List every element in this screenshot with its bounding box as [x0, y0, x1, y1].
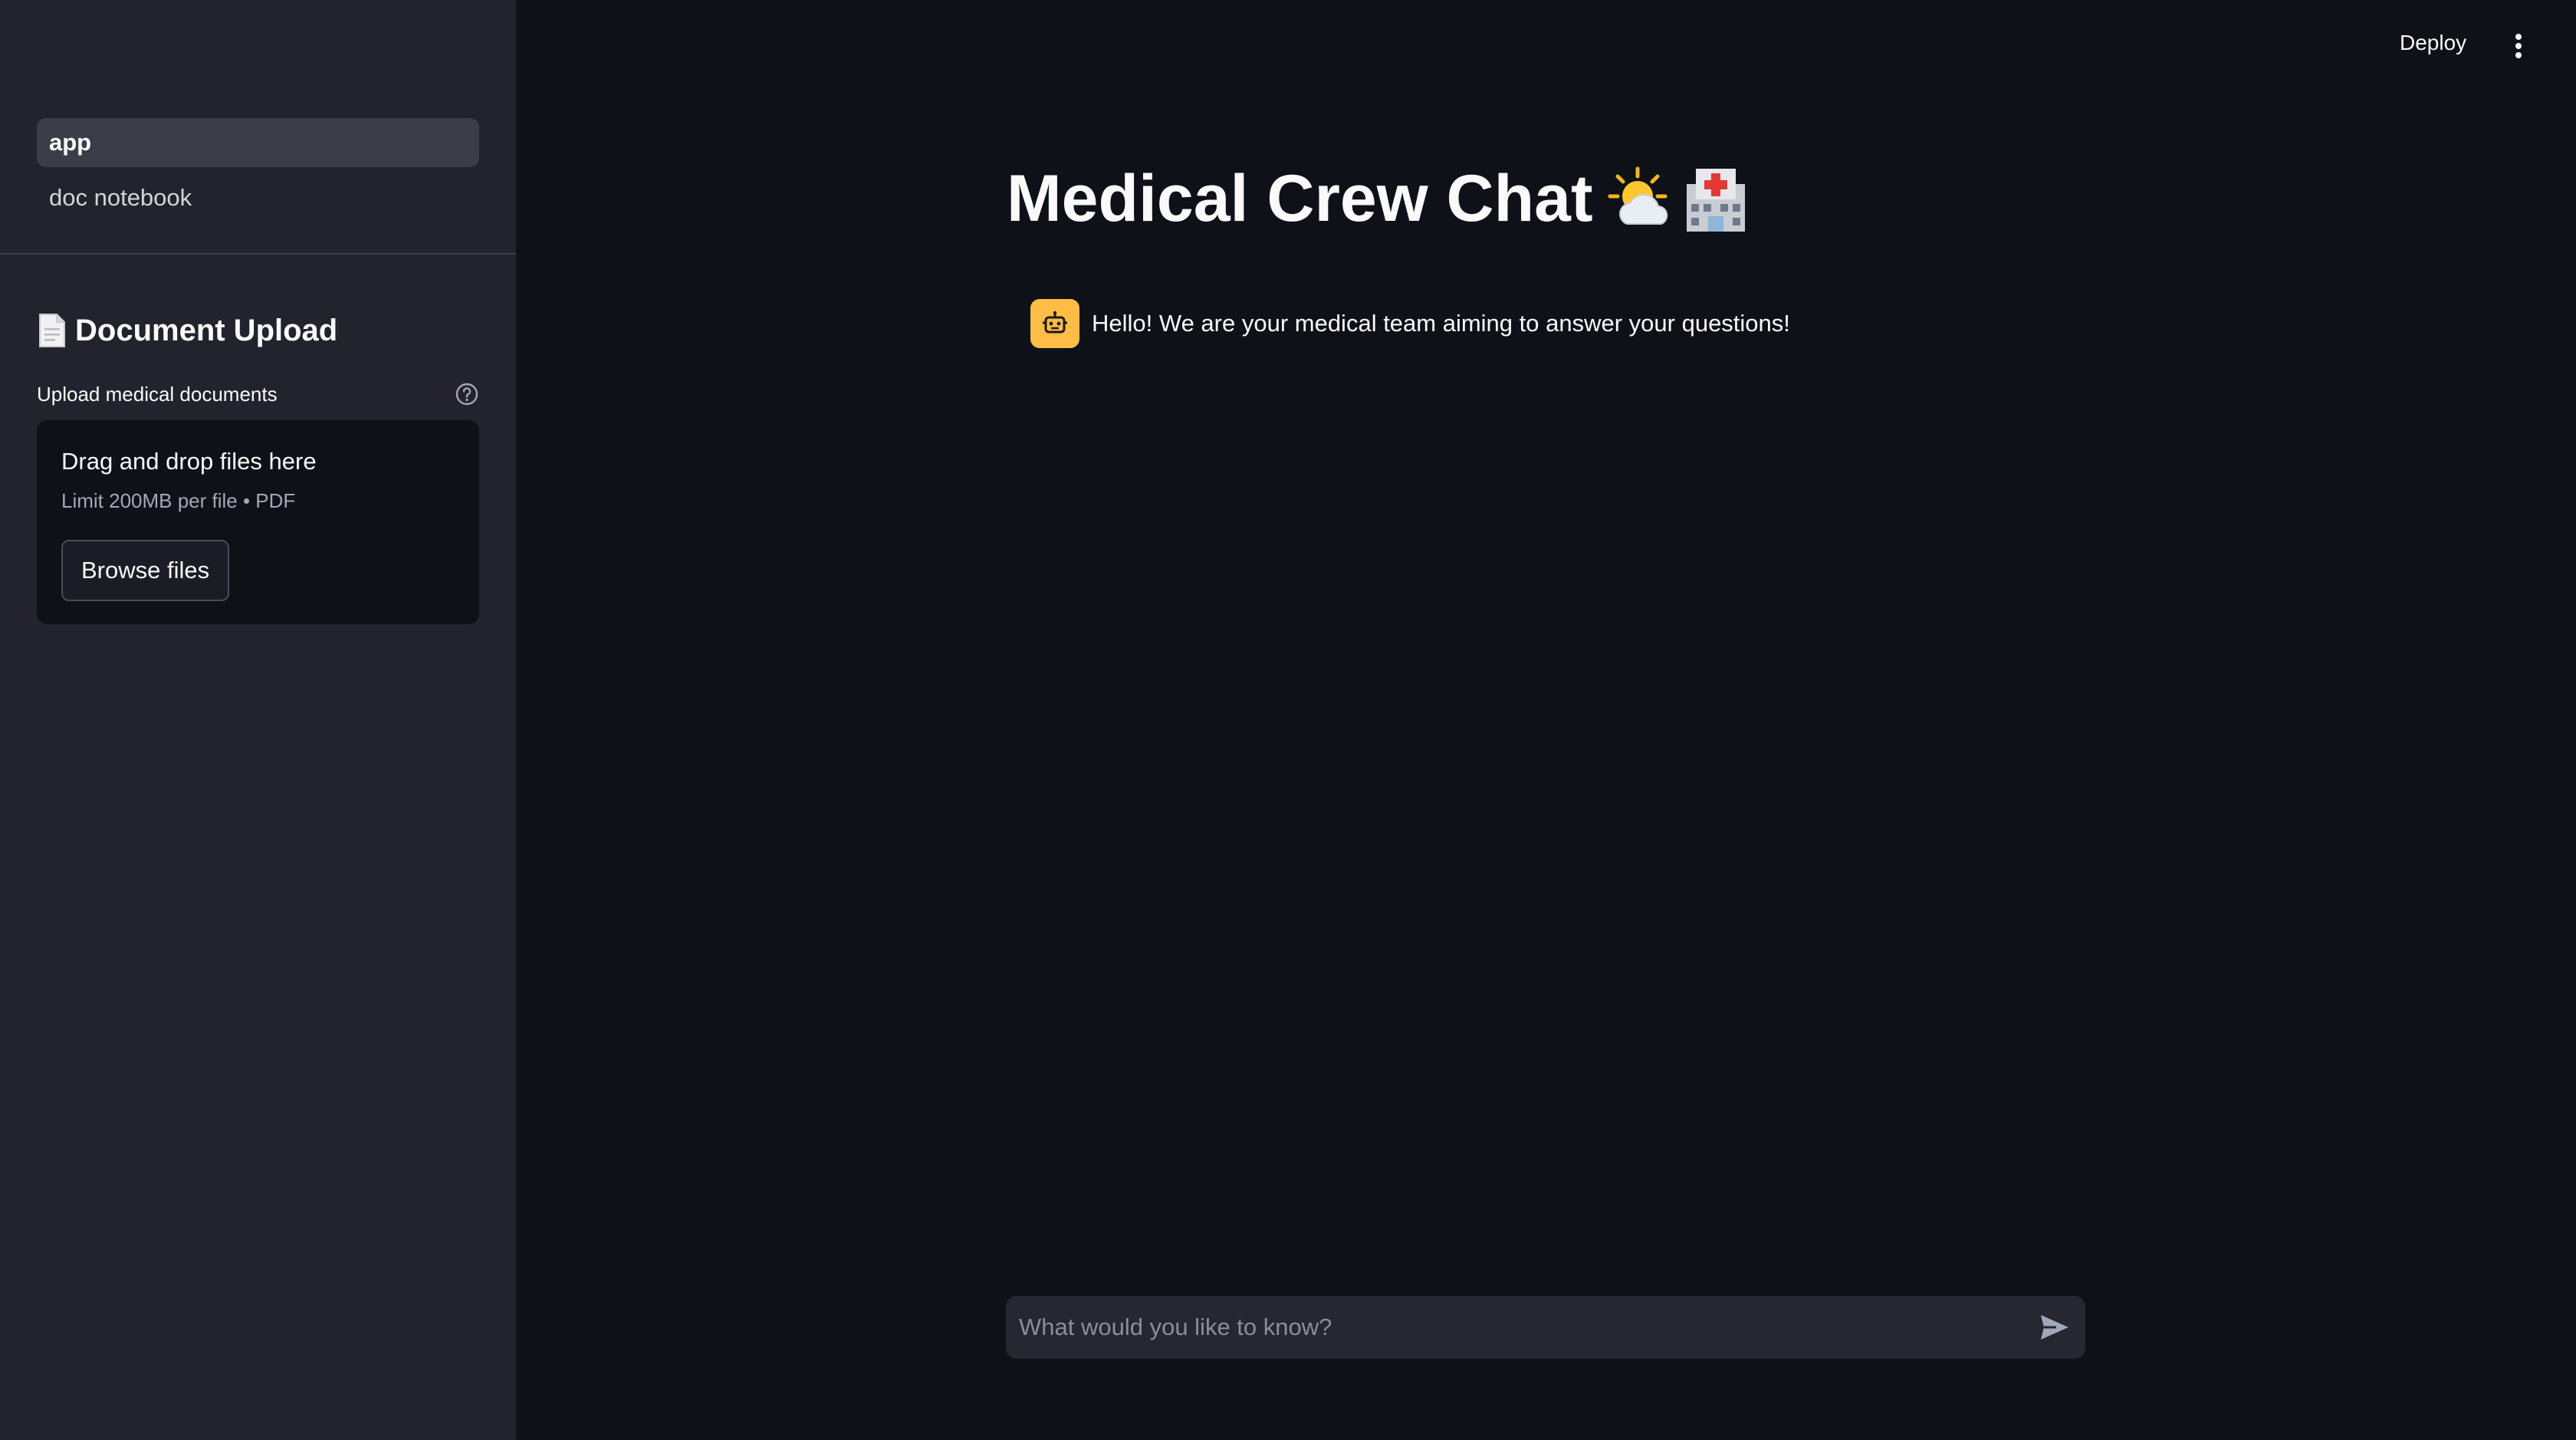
- sidebar-divider: [0, 253, 516, 255]
- sidebar-nav: app doc notebook: [37, 118, 479, 222]
- sidebar-header: Document Upload: [37, 313, 337, 348]
- dropzone-subtitle: Limit 200MB per file • PDF: [61, 489, 296, 512]
- chat-message-assistant: Hello! We are your medical team aiming t…: [1030, 299, 1790, 348]
- page-title-row: Medical Crew Chat: [1007, 161, 1751, 237]
- hospital-icon: [1681, 164, 1751, 235]
- sidebar-title: Document Upload: [75, 313, 338, 347]
- robot-icon: [1030, 299, 1079, 348]
- kebab-menu-icon[interactable]: [2507, 34, 2530, 61]
- file-dropzone[interactable]: Drag and drop files here Limit 200MB per…: [37, 420, 479, 624]
- chat-input-box: [1006, 1296, 2085, 1359]
- document-icon: [37, 313, 67, 348]
- send-icon[interactable]: [2024, 1296, 2085, 1359]
- chat-input[interactable]: [1006, 1296, 2024, 1359]
- help-circle-icon[interactable]: [455, 382, 479, 406]
- chat-message-text: Hello! We are your medical team aiming t…: [1092, 310, 1790, 337]
- app-root: app doc notebook Document Upload Upload …: [0, 0, 2576, 1440]
- uploader-label-row: Upload medical documents: [37, 382, 479, 406]
- deploy-button[interactable]: Deploy: [2400, 31, 2466, 55]
- page-title: Medical Crew Chat: [1007, 162, 1593, 235]
- browse-files-button[interactable]: Browse files: [61, 540, 230, 601]
- nav-item-doc-notebook[interactable]: doc notebook: [37, 173, 479, 222]
- sidebar: app doc notebook Document Upload Upload …: [0, 0, 516, 1440]
- title-emojis: [1607, 164, 1751, 235]
- uploader-label: Upload medical documents: [37, 382, 278, 406]
- dropzone-title: Drag and drop files here: [61, 448, 317, 475]
- nav-item-app[interactable]: app: [37, 118, 479, 167]
- sun-behind-cloud-icon: [1607, 164, 1677, 235]
